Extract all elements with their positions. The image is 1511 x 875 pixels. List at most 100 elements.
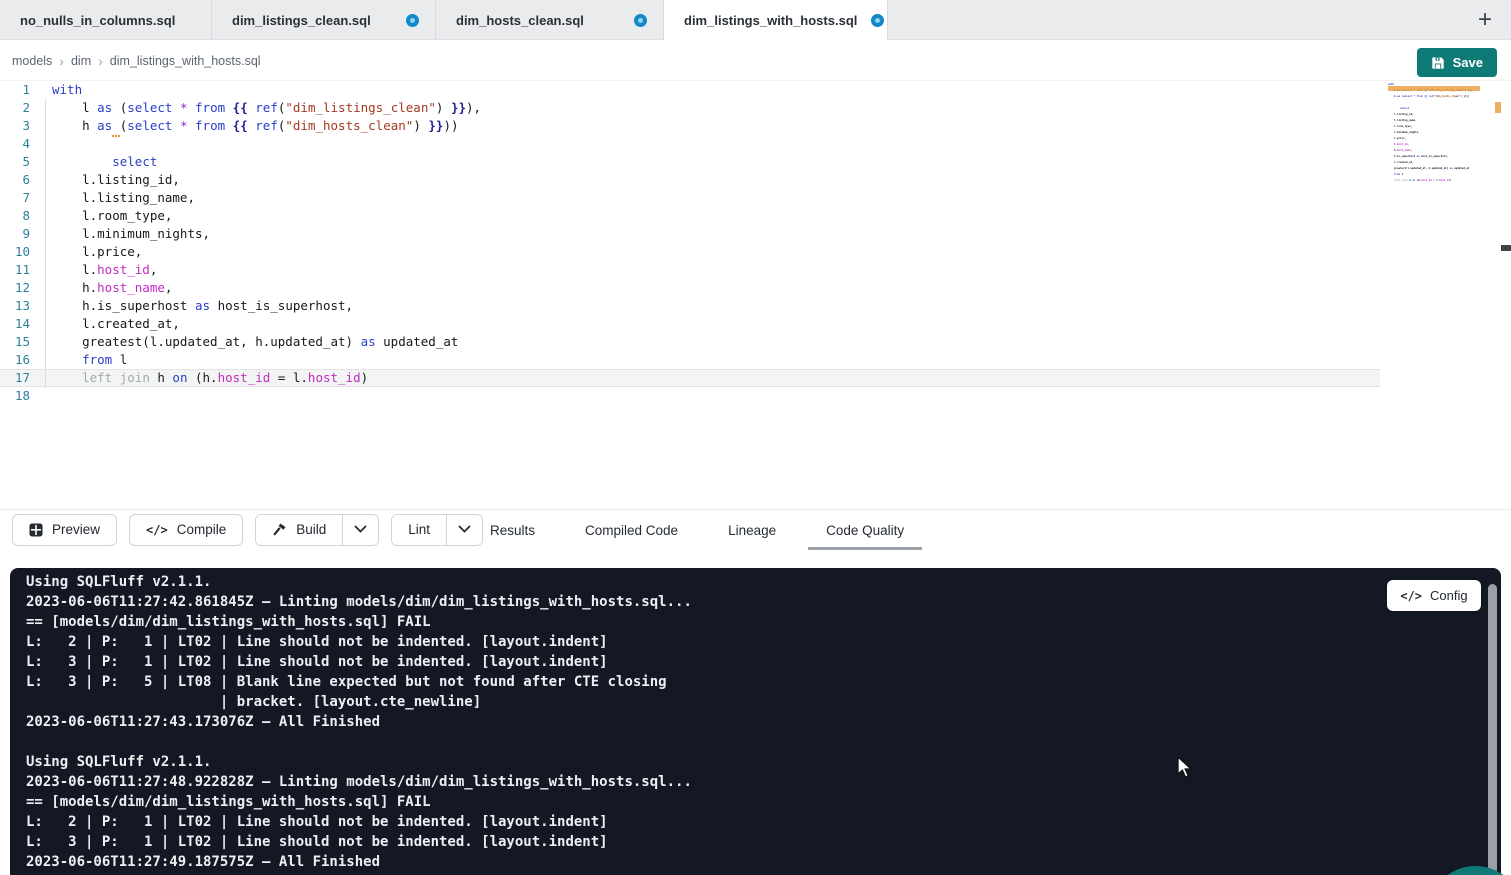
line-number[interactable]: 12 xyxy=(0,279,30,297)
config-button[interactable]: </> Config xyxy=(1387,580,1481,611)
code-editor[interactable]: 1with2 l as (select * from {{ ref("dim_l… xyxy=(0,81,1511,509)
code-token: l.room_type, xyxy=(1388,125,1412,128)
line-number[interactable]: 4 xyxy=(0,135,30,153)
code-line[interactable]: 1with xyxy=(0,81,1380,99)
preview-button[interactable]: Preview xyxy=(12,514,117,546)
code-line[interactable]: 18 xyxy=(0,387,1380,405)
code-line[interactable]: 4 xyxy=(0,135,1380,153)
action-toolbar: Preview </> Compile Build Lint xyxy=(0,509,1511,549)
code-line[interactable]: 17 left join h on (h.host_id = l.host_id… xyxy=(0,369,1380,387)
save-button[interactable]: Save xyxy=(1417,48,1497,77)
build-button-label: Build xyxy=(296,522,326,537)
line-number[interactable]: 18 xyxy=(0,387,30,405)
code-token: )) xyxy=(1466,95,1469,98)
code-token: , xyxy=(150,262,158,277)
panel-tab-code-quality[interactable]: Code Quality xyxy=(818,510,912,550)
code-token xyxy=(52,352,82,367)
code-token: l.minimum_nights, xyxy=(1388,131,1420,134)
table-grid-icon xyxy=(29,523,43,537)
code-token: h. xyxy=(52,280,97,295)
new-tab-button[interactable]: + xyxy=(1467,2,1503,38)
overview-ruler-warning-marker xyxy=(1495,102,1501,113)
code-line[interactable]: 3 h as (select * from {{ ref("dim_hosts_… xyxy=(0,117,1380,135)
panel-tab-bar: Results Compiled Code Lineage Code Quality xyxy=(482,510,912,550)
panel-tab-results[interactable]: Results xyxy=(482,510,543,550)
build-dropdown-button[interactable] xyxy=(342,515,378,545)
code-token: , xyxy=(1408,143,1410,146)
terminal-line: L: 3 | P: 5 | LT08 | Blank line expected… xyxy=(26,672,1501,692)
code-line[interactable]: 13 h.is_superhost as host_is_superhost, xyxy=(0,297,1380,315)
editor-tab[interactable]: dim_listings_with_hosts.sql xyxy=(664,0,888,40)
code-token: host_name xyxy=(97,280,165,295)
code-line[interactable]: 14 l.created_at, xyxy=(0,315,1380,333)
code-token: as xyxy=(97,118,112,133)
line-number[interactable]: 2 xyxy=(0,99,30,117)
line-number[interactable]: 7 xyxy=(0,189,30,207)
breadcrumb-separator-icon: › xyxy=(98,53,103,69)
code-line[interactable]: 12 h.host_name, xyxy=(0,279,1380,297)
code-line[interactable]: 11 l.host_id, xyxy=(0,261,1380,279)
code-line[interactable]: 16 from l xyxy=(0,351,1380,369)
breadcrumb-item[interactable]: models xyxy=(12,54,52,68)
compile-button[interactable]: </> Compile xyxy=(129,514,243,546)
editor-minimap[interactable]: with l as (select * from {{ ref("dim_lis… xyxy=(1388,82,1480,190)
code-token: l.price, xyxy=(1388,137,1406,140)
terminal-line: L: 3 | P: 1 | LT02 | Line should not be … xyxy=(26,652,1501,672)
code-token: as xyxy=(195,298,210,313)
terminal-line: L: 2 | P: 1 | LT02 | Line should not be … xyxy=(26,632,1501,652)
code-token: h xyxy=(1388,95,1397,98)
code-line[interactable]: 6 l.listing_id, xyxy=(0,171,1380,189)
code-token: * xyxy=(180,100,188,115)
editor-lines[interactable]: 1with2 l as (select * from {{ ref("dim_l… xyxy=(0,81,1380,405)
line-number[interactable]: 5 xyxy=(0,153,30,171)
line-number[interactable]: 1 xyxy=(0,81,30,99)
build-split-button: Build xyxy=(255,514,379,546)
editor-scrollbar-thumb[interactable] xyxy=(1501,245,1511,251)
line-number[interactable]: 13 xyxy=(0,297,30,315)
unsaved-changes-dot-icon[interactable] xyxy=(871,14,884,27)
editor-tab[interactable]: dim_listings_clean.sql xyxy=(212,0,436,40)
breadcrumb-item[interactable]: dim_listings_with_hosts.sql xyxy=(110,54,261,68)
code-token: updated_at xyxy=(1453,167,1470,170)
code-line[interactable]: 5 select xyxy=(0,153,1380,171)
code-line[interactable]: 7 l.listing_name, xyxy=(0,189,1380,207)
line-number[interactable]: 3 xyxy=(0,117,30,135)
unsaved-changes-dot-icon[interactable] xyxy=(406,14,419,27)
code-token: (h. xyxy=(187,370,217,385)
code-token: h. xyxy=(1388,149,1397,152)
code-line[interactable]: 10 l.price, xyxy=(0,243,1380,261)
editor-tab-label: dim_listings_clean.sql xyxy=(232,13,371,28)
line-number[interactable]: 11 xyxy=(0,261,30,279)
lint-dropdown-button[interactable] xyxy=(446,515,482,545)
code-token: ref xyxy=(255,118,278,133)
editor-tab[interactable]: dim_hosts_clean.sql xyxy=(436,0,664,40)
code-token: as xyxy=(361,334,376,349)
panel-tab-lineage[interactable]: Lineage xyxy=(720,510,784,550)
terminal-line: == [models/dim/dim_listings_with_hosts.s… xyxy=(26,792,1501,812)
unsaved-changes-dot-icon[interactable] xyxy=(634,14,647,27)
code-line[interactable]: 9 l.minimum_nights, xyxy=(0,225,1380,243)
line-number[interactable]: 15 xyxy=(0,333,30,351)
line-number[interactable]: 6 xyxy=(0,171,30,189)
code-token: host_is_superhost, xyxy=(1420,155,1449,158)
terminal-scrollbar[interactable] xyxy=(1488,584,1497,874)
editor-tab[interactable]: no_nulls_in_columns.sql xyxy=(0,0,212,40)
code-token: l. xyxy=(52,262,97,277)
breadcrumb-item[interactable]: dim xyxy=(71,54,91,68)
line-number[interactable]: 17 xyxy=(0,369,30,387)
chevron-down-icon xyxy=(458,525,471,534)
code-line[interactable]: 2 l as (select * from {{ ref("dim_listin… xyxy=(0,99,1380,117)
line-number[interactable]: 8 xyxy=(0,207,30,225)
build-button[interactable]: Build xyxy=(256,515,342,545)
lint-button[interactable]: Lint xyxy=(392,515,446,545)
lint-split-button: Lint xyxy=(391,514,483,546)
line-number[interactable]: 16 xyxy=(0,351,30,369)
panel-tab-compiled-code[interactable]: Compiled Code xyxy=(577,510,686,550)
code-line[interactable]: 15 greatest(l.updated_at, h.updated_at) … xyxy=(0,333,1380,351)
line-number[interactable]: 10 xyxy=(0,243,30,261)
line-number[interactable]: 9 xyxy=(0,225,30,243)
line-number[interactable]: 14 xyxy=(0,315,30,333)
code-token: host_id xyxy=(218,370,271,385)
code-line[interactable]: 8 l.room_type, xyxy=(0,207,1380,225)
code-token: * xyxy=(180,118,188,133)
